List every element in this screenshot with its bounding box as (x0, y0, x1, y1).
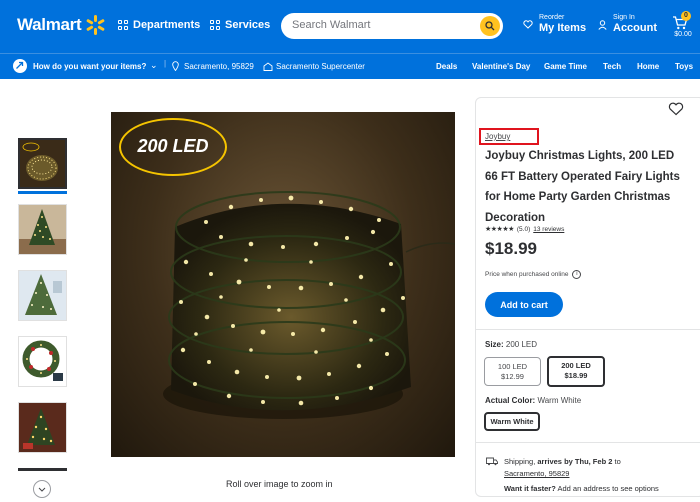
chevron-down-icon[interactable]: ⌄ (150, 60, 158, 71)
store-icon (263, 62, 273, 71)
services-button[interactable]: Services (210, 19, 270, 31)
signin-big-label: Account (613, 22, 657, 34)
sign-in-account[interactable]: Sign In Account (598, 14, 657, 35)
shipping-arrives: arrives by Thu, Feb 2 (537, 457, 613, 466)
search-bar (281, 13, 503, 39)
divider (476, 442, 700, 443)
star-rating-icon: ★★★★★ (485, 226, 514, 233)
nav-link-home[interactable]: Home (637, 62, 659, 71)
color-label: Actual Color: (485, 396, 536, 405)
price-note-row: Price when purchased online i (485, 270, 582, 279)
size-option-200-led[interactable]: 200 LED $18.99 (547, 356, 605, 387)
size-option-name: 100 LED (497, 362, 528, 371)
thumbnail-separator (18, 468, 67, 471)
cart-count-badge: 0 (681, 11, 691, 21)
walmart-logo[interactable]: Walmart (17, 15, 105, 35)
nav-link-valentines-day[interactable]: Valentine's Day (472, 62, 530, 71)
faster-rest[interactable]: Add an address to see options (557, 484, 658, 493)
heart-icon (523, 20, 533, 29)
logo-text: Walmart (17, 15, 82, 34)
thumbnail-image (20, 140, 65, 187)
size-label-row: Size: 200 LED (485, 340, 537, 349)
product-title: Joybuy Christmas Lights, 200 LED 66 FT B… (485, 150, 680, 224)
shipping-location-link[interactable]: Sacramento, 95829 (504, 469, 569, 478)
rating-value: (5.0) (516, 225, 531, 233)
size-option-name: 200 LED (561, 361, 591, 370)
search-button[interactable] (480, 16, 500, 36)
color-value: Warm White (537, 396, 582, 405)
top-header: Walmart Departments Services Search Walm… (0, 0, 700, 53)
led-count-badge: 200 LED (119, 118, 227, 176)
reviews-link[interactable]: 13 reviews (533, 226, 564, 233)
search-icon (485, 21, 495, 31)
price-note-text: Price when purchased online (485, 271, 569, 278)
thumbnail-image (19, 337, 66, 386)
reorder-big-label: My Items (539, 22, 587, 34)
cart-total: $0.00 (674, 31, 692, 38)
size-option-100-led[interactable]: 100 LED $12.99 (484, 357, 541, 386)
favorite-heart-icon[interactable] (668, 102, 684, 116)
shipping-prefix: Shipping, (504, 457, 536, 466)
thumbnail-3[interactable] (18, 270, 67, 321)
size-value: 200 LED (505, 340, 538, 349)
thumbnail-image (19, 205, 66, 254)
brand-link[interactable]: Joybuy (485, 132, 510, 141)
location-pin-icon (172, 61, 179, 71)
rating-row: ★★★★★ (5.0) 13 reviews (485, 225, 564, 234)
info-icon[interactable]: i (572, 270, 582, 279)
thumbnail-1[interactable] (18, 138, 67, 189)
user-icon (598, 19, 607, 30)
zoom-hint: Roll over image to zoom in (226, 479, 333, 489)
location-text[interactable]: Sacramento, 95829 (184, 62, 254, 71)
delivery-icon (13, 59, 27, 73)
color-option-warm-white[interactable]: Warm White (484, 412, 540, 431)
thumbnail-4[interactable] (18, 336, 67, 387)
add-to-cart-button[interactable]: Add to cart (485, 292, 563, 317)
main-product-image[interactable]: 200 LED (111, 112, 455, 457)
grid-icon (210, 20, 220, 30)
search-input[interactable] (292, 19, 472, 31)
services-label: Services (225, 19, 271, 31)
thumbnail-image (19, 403, 66, 452)
cart-button[interactable]: 0 $0.00 (670, 11, 696, 41)
faster-bold: Want it faster? (504, 484, 556, 493)
grid-icon (118, 20, 128, 30)
shipping-truck-icon (486, 457, 498, 466)
spark-icon (85, 15, 105, 35)
sub-navigation-bar: How do you want your items? ⌄ | Sacramen… (0, 53, 700, 79)
nav-link-toys[interactable]: Toys (675, 62, 693, 71)
size-option-price: $12.99 (501, 372, 524, 381)
store-text[interactable]: Sacramento Supercenter (276, 62, 365, 71)
size-label: Size: (485, 340, 504, 349)
delivery-prompt[interactable]: How do you want your items? (33, 62, 146, 71)
shipping-info: Shipping, arrives by Thu, Feb 2 to Sacra… (504, 456, 694, 480)
nav-link-game-time[interactable]: Game Time (544, 62, 587, 71)
reorder-small-label: Reorder (539, 14, 565, 21)
chevron-down-icon (38, 487, 46, 492)
selected-thumbnail-indicator (18, 191, 67, 194)
signin-small-label: Sign In (613, 14, 635, 21)
thumbnail-5[interactable] (18, 402, 67, 453)
color-label-row: Actual Color: Warm White (485, 396, 581, 405)
departments-button[interactable]: Departments (118, 19, 200, 31)
nav-link-tech[interactable]: Tech (603, 62, 621, 71)
reorder-my-items[interactable]: Reorder My Items (523, 14, 586, 35)
divider (476, 329, 700, 330)
thumbnail-scroll-down-button[interactable] (33, 480, 51, 498)
thumbnail-2[interactable] (18, 204, 67, 255)
product-price: $18.99 (485, 239, 537, 258)
divider: | (164, 59, 167, 68)
shipping-to: to (614, 457, 621, 466)
size-option-price: $18.99 (564, 371, 588, 380)
thumbnail-image (19, 271, 66, 320)
departments-label: Departments (133, 19, 201, 31)
nav-link-deals[interactable]: Deals (436, 62, 457, 71)
want-it-faster: Want it faster? Add an address to see op… (504, 484, 659, 493)
